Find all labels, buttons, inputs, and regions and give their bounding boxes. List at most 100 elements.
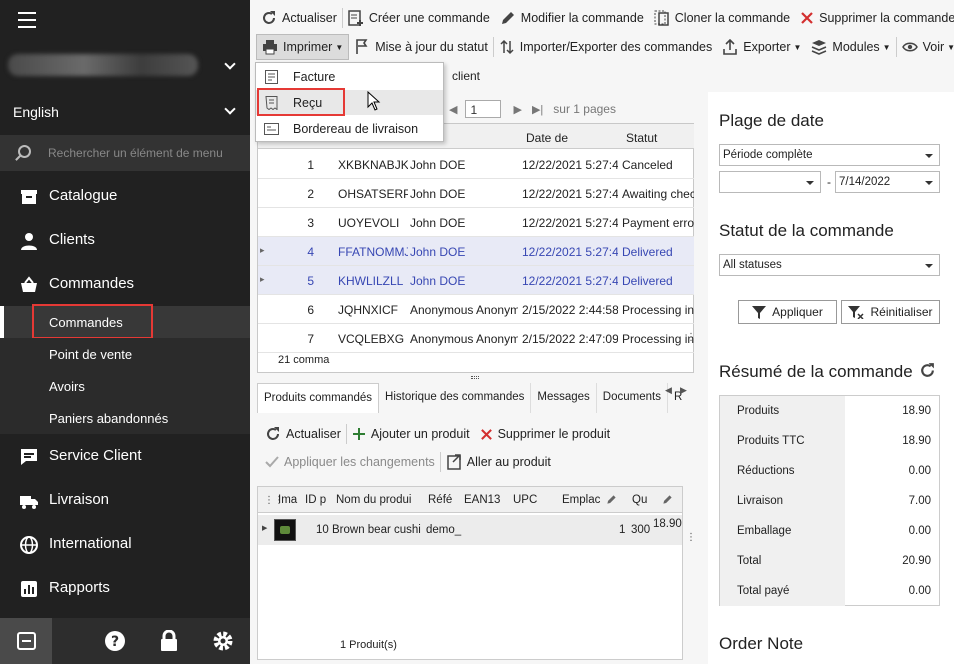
- globe-icon: [20, 536, 38, 554]
- column-header[interactable]: Nom du produi: [336, 494, 411, 506]
- column-header[interactable]: Date de: [526, 131, 568, 145]
- table-row[interactable]: 6 JQHNXICF Anonymous Anonym 2/15/2022 2:44:…: [258, 295, 694, 324]
- status-select[interactable]: All statuses: [719, 254, 940, 276]
- products-grid: ⋮⋮ Ima ID p Nom du produi Réfé EAN13 UPC…: [257, 486, 683, 660]
- shop-selector[interactable]: [0, 44, 250, 90]
- refresh-button[interactable]: Actualiser: [256, 5, 342, 31]
- print-label: Imprimer: [283, 40, 333, 54]
- sidebar-item-service-client[interactable]: Service Client: [0, 435, 250, 479]
- menu-item-delivery-slip[interactable]: Bordereau de livraison: [256, 116, 443, 141]
- column-header[interactable]: Statut: [626, 131, 657, 145]
- last-page-icon[interactable]: ▶|: [532, 103, 543, 116]
- order-status: Awaiting chec: [622, 187, 694, 201]
- apply-filter-button[interactable]: Appliquer: [738, 300, 837, 324]
- tab-scroll-left-icon[interactable]: ◀: [665, 385, 672, 396]
- import-export-button[interactable]: Importer/Exporter des commandes: [494, 34, 717, 60]
- view-button[interactable]: Voir ▼: [897, 34, 954, 60]
- export-icon: [723, 39, 738, 55]
- box-icon: [21, 190, 37, 204]
- sidebar-item-label: Livraison: [49, 491, 110, 508]
- date-from-picker[interactable]: [719, 171, 821, 193]
- column-header[interactable]: Ima: [278, 494, 297, 506]
- table-row[interactable]: ▸ 4 FFATNOMMJ John DOE 12/22/2021 5:27:48 Del…: [258, 237, 694, 266]
- refresh-label: Actualiser: [286, 427, 341, 441]
- more-options-icon[interactable]: ⋮: [686, 532, 696, 543]
- apply-changes-button[interactable]: Appliquer les changements: [260, 449, 440, 475]
- more-options-icon[interactable]: ⋮: [686, 332, 696, 343]
- menu-search[interactable]: Rechercher un élément de menu: [0, 135, 250, 171]
- search-input[interactable]: Rechercher un élément de menu: [48, 146, 223, 160]
- prev-page-icon[interactable]: ◀: [449, 103, 457, 116]
- splitter-handle[interactable]: [471, 376, 479, 379]
- order-number: 5: [307, 274, 314, 288]
- table-row[interactable]: 3 UOYEVOLI John DOE 12/22/2021 5:27:47 Payme…: [258, 208, 694, 237]
- orders-count: 21 comma: [278, 354, 330, 366]
- export-button[interactable]: Exporter ▼: [717, 34, 806, 60]
- column-header[interactable]: ID p: [305, 494, 326, 506]
- sidebar-item-clients[interactable]: Clients: [0, 219, 250, 263]
- hamburger-menu-icon[interactable]: [18, 12, 36, 28]
- tab-messages[interactable]: Messages: [531, 383, 597, 413]
- next-page-icon[interactable]: ▶: [513, 103, 521, 116]
- table-row[interactable]: ▸ 5 KHWLILZLL John DOE 12/22/2021 5:27:48 Del…: [258, 266, 694, 295]
- delete-product-label: Supprimer le produit: [497, 427, 611, 441]
- order-summary-table: Produits 18.90 Produits TTC 18.90 Réductions…: [719, 395, 940, 606]
- create-order-button[interactable]: Créer une commande: [343, 5, 495, 31]
- sidebar-subitem-paniers[interactable]: Paniers abandonnés: [0, 402, 250, 434]
- detail-refresh-button[interactable]: Actualiser: [260, 421, 346, 447]
- column-header[interactable]: UPC: [513, 494, 537, 506]
- clone-order-button[interactable]: Cloner la commande: [649, 5, 795, 31]
- period-select[interactable]: Période complète: [719, 144, 940, 166]
- product-row[interactable]: ▶ 10 Brown bear cushi demo_ 1 300 18.90: [258, 515, 682, 545]
- menu-item-invoice[interactable]: Facture: [256, 64, 443, 89]
- sidebar-subitem-point-de-vente[interactable]: Point de vente: [0, 338, 250, 370]
- delete-product-button[interactable]: Supprimer le produit: [475, 421, 616, 447]
- sidebar-item-rapports[interactable]: Rapports: [0, 567, 250, 611]
- sidebar-subitem-avoirs[interactable]: Avoirs: [0, 370, 250, 402]
- order-status: Payment error: [622, 216, 694, 230]
- sidebar-item-catalogue[interactable]: Catalogue: [0, 175, 250, 219]
- detail-toolbar-row-1: Actualiser Ajouter un produit Supprimer …: [260, 420, 615, 448]
- export-label: Exporter: [743, 40, 791, 54]
- store-button[interactable]: [0, 618, 52, 664]
- tab-order-history[interactable]: Historique des commandes: [379, 383, 532, 413]
- page-input[interactable]: 1: [465, 100, 502, 118]
- column-header[interactable]: Qu: [632, 494, 647, 506]
- reset-filter-icon: [848, 306, 865, 319]
- add-product-button[interactable]: Ajouter un produit: [347, 421, 475, 447]
- column-header[interactable]: Réfé: [428, 494, 452, 506]
- tab-ordered-products[interactable]: Produits commandés: [257, 383, 380, 413]
- plus-icon: [352, 428, 365, 440]
- update-status-button[interactable]: Mise à jour du statut: [349, 34, 493, 60]
- summary-value: 18.90: [902, 405, 931, 417]
- edit-order-button[interactable]: Modifier la commande: [495, 5, 649, 31]
- sidebar-item-international[interactable]: International: [0, 523, 250, 567]
- apply-changes-label: Appliquer les changements: [284, 455, 435, 469]
- view-label: Voir: [922, 40, 945, 54]
- help-icon[interactable]: ?: [105, 631, 125, 651]
- table-row[interactable]: 2 OHSATSERP John DOE 12/22/2021 5:27:47 Awai…: [258, 179, 694, 208]
- gear-icon[interactable]: [212, 630, 234, 652]
- sidebar-item-commandes[interactable]: Commandes: [0, 263, 250, 307]
- delete-order-button[interactable]: Supprimer la commande: [795, 5, 954, 31]
- date-to-picker[interactable]: 7/14/2022: [835, 171, 940, 193]
- customer-name: Anonymous Anonym: [410, 332, 518, 346]
- print-button[interactable]: Imprimer ▼: [256, 34, 350, 60]
- reset-filter-button[interactable]: Réinitialiser: [841, 300, 940, 324]
- column-header[interactable]: EAN13: [464, 494, 500, 506]
- table-row[interactable]: 7 VCQLEBXG Anonymous Anonym 2/15/2022 2:47:…: [258, 324, 694, 353]
- expand-row-icon[interactable]: ▶: [262, 524, 267, 532]
- go-to-product-button[interactable]: Aller au produit: [441, 449, 556, 475]
- modules-button[interactable]: Modules ▼: [806, 34, 895, 60]
- modules-label: Modules: [832, 40, 880, 54]
- table-row[interactable]: 1 XKBKNABJK John DOE 12/22/2021 5:27:47 Canc…: [258, 150, 694, 179]
- sidebar-item-livraison[interactable]: Livraison: [0, 479, 250, 523]
- sidebar-subitem-label: Point de vente: [49, 347, 133, 362]
- lock-icon[interactable]: [160, 630, 178, 652]
- language-selector[interactable]: English: [0, 96, 250, 128]
- column-header[interactable]: Emplac: [562, 494, 600, 506]
- tab-scroll-right-icon[interactable]: ▶: [680, 385, 687, 396]
- tab-documents[interactable]: Documents: [597, 383, 668, 413]
- store-icon: [17, 632, 36, 650]
- refresh-icon[interactable]: [919, 362, 936, 379]
